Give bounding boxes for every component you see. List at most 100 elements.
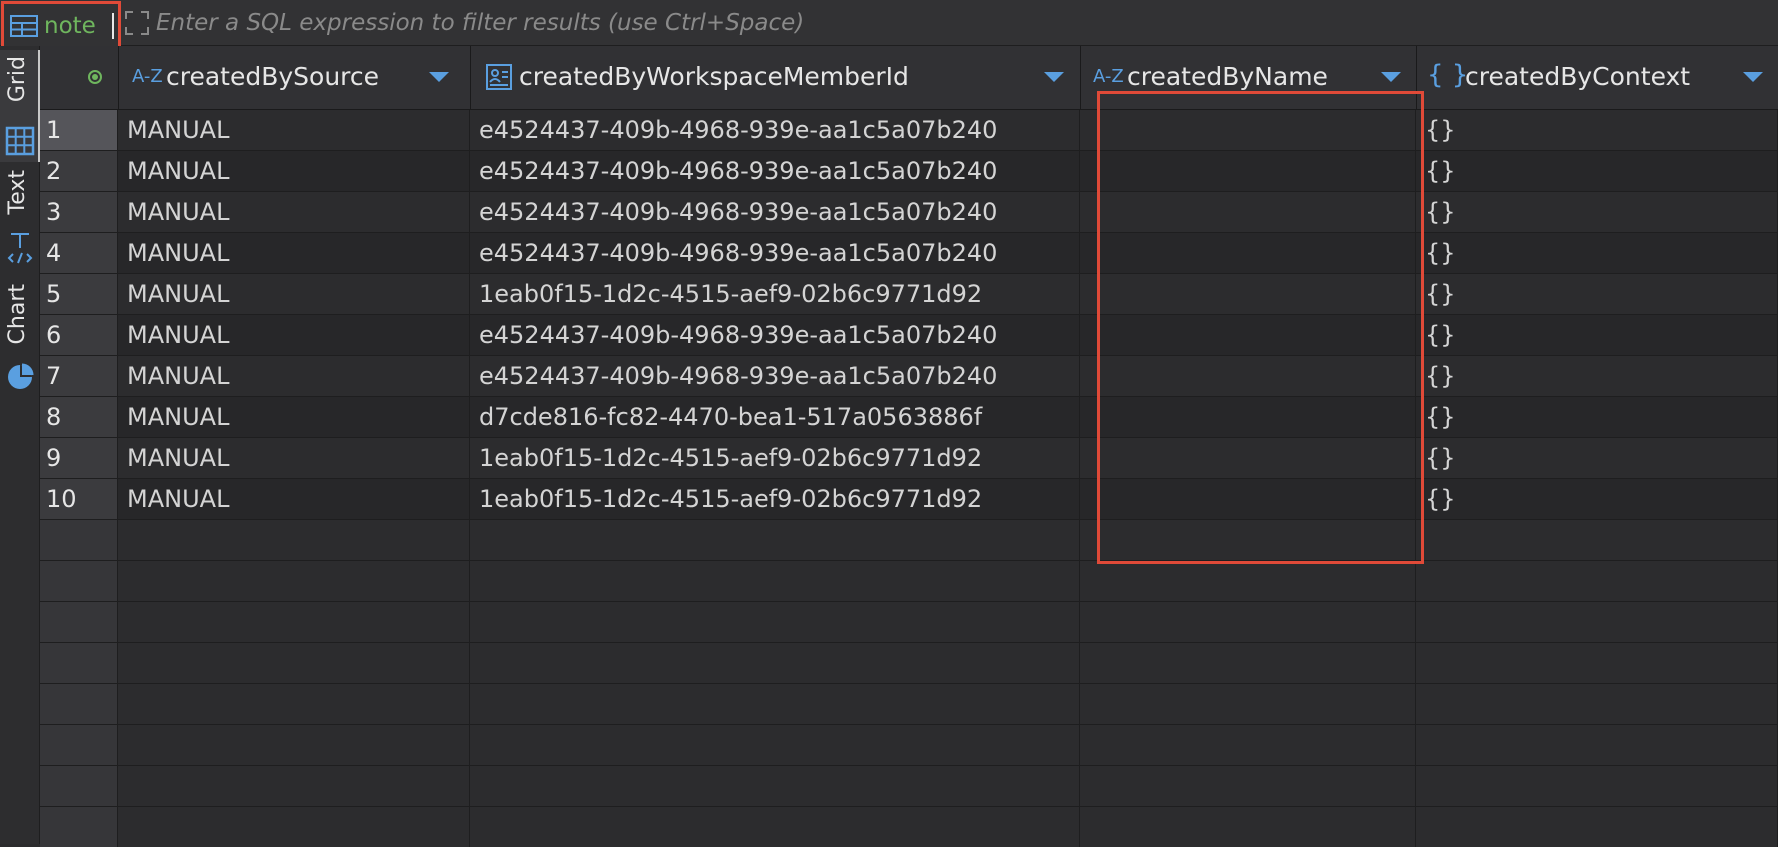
cell-createdByWorkspaceMemberId[interactable]: e4524437-409b-4968-939e-aa1c5a07b240 [470,110,1080,150]
cell-createdBySource[interactable]: MANUAL [118,438,470,478]
empty-cell [1080,561,1416,601]
empty-cell [1080,766,1416,806]
cell-createdBySource[interactable]: MANUAL [118,356,470,396]
cell-createdByName[interactable] [1080,397,1416,437]
cell-createdBySource[interactable]: MANUAL [118,479,470,519]
cell-createdByContext[interactable]: {} [1416,438,1778,478]
cell-createdByWorkspaceMemberId[interactable]: e4524437-409b-4968-939e-aa1c5a07b240 [470,192,1080,232]
table-row[interactable]: 4 MANUAL e4524437-409b-4968-939e-aa1c5a0… [40,233,1778,274]
empty-cell [470,684,1080,724]
row-number[interactable]: 8 [40,397,118,437]
cell-createdByWorkspaceMemberId[interactable]: e4524437-409b-4968-939e-aa1c5a07b240 [470,356,1080,396]
cell-createdBySource[interactable]: MANUAL [118,110,470,150]
cell-createdByContext[interactable]: {} [1416,397,1778,437]
column-menu-arrow-icon[interactable] [1044,72,1064,82]
row-number[interactable]: 1 [40,110,118,150]
column-header-createdByWorkspaceMemberId[interactable]: createdByWorkspaceMemberId [471,46,1081,110]
cell-createdByWorkspaceMemberId[interactable]: d7cde816-fc82-4470-bea1-517a0563886f [470,397,1080,437]
table-row[interactable]: 10 MANUAL 1eab0f15-1d2c-4515-aef9-02b6c9… [40,479,1778,520]
empty-row [40,725,1778,766]
table-row[interactable]: 1 MANUAL e4524437-409b-4968-939e-aa1c5a0… [40,110,1778,151]
text-cursor [112,13,114,39]
column-menu-arrow-icon[interactable] [429,72,449,82]
row-number[interactable]: 3 [40,192,118,232]
cell-createdByContext[interactable]: {} [1416,151,1778,191]
column-menu-arrow-icon[interactable] [1381,72,1401,82]
cell-createdBySource[interactable]: MANUAL [118,397,470,437]
table-row[interactable]: 2 MANUAL e4524437-409b-4968-939e-aa1c5a0… [40,151,1778,192]
empty-cell [1080,520,1416,560]
empty-cell [470,725,1080,765]
row-number-header[interactable] [40,46,119,110]
cell-createdByContext[interactable]: {} [1416,110,1778,150]
column-header-createdBySource[interactable]: A-Z createdBySource [119,46,471,110]
empty-row [40,766,1778,807]
row-number[interactable]: 10 [40,479,118,519]
table-row[interactable]: 7 MANUAL e4524437-409b-4968-939e-aa1c5a0… [40,356,1778,397]
cell-createdByContext[interactable]: {} [1416,356,1778,396]
json-type-icon: { } [1427,60,1469,90]
row-number[interactable]: 2 [40,151,118,191]
empty-cell [470,520,1080,560]
string-type-icon: A-Z [1093,66,1124,87]
cell-createdByName[interactable] [1080,479,1416,519]
cell-createdByName[interactable] [1080,192,1416,232]
row-number [40,684,118,724]
cell-createdByWorkspaceMemberId[interactable]: e4524437-409b-4968-939e-aa1c5a07b240 [470,315,1080,355]
cell-createdByWorkspaceMemberId[interactable]: e4524437-409b-4968-939e-aa1c5a07b240 [470,151,1080,191]
cell-createdByName[interactable] [1080,151,1416,191]
empty-row [40,561,1778,602]
column-title: createdByWorkspaceMemberId [519,62,909,91]
cell-createdBySource[interactable]: MANUAL [118,151,470,191]
empty-cell [470,643,1080,683]
cell-createdByWorkspaceMemberId[interactable]: e4524437-409b-4968-939e-aa1c5a07b240 [470,233,1080,273]
tab-grid[interactable]: Grid [0,50,40,162]
sql-filter-input[interactable] [156,6,1756,40]
cell-createdBySource[interactable]: MANUAL [118,274,470,314]
row-number[interactable]: 5 [40,274,118,314]
empty-cell [1416,766,1778,806]
cell-createdByName[interactable] [1080,356,1416,396]
empty-cell [1416,520,1778,560]
empty-cell [1416,561,1778,601]
cell-createdByContext[interactable]: {} [1416,192,1778,232]
column-header-createdByName[interactable]: A-Z createdByName [1081,46,1417,110]
cell-createdByName[interactable] [1080,110,1416,150]
cell-createdByContext[interactable]: {} [1416,479,1778,519]
row-number[interactable]: 7 [40,356,118,396]
expand-icon[interactable] [124,10,150,36]
empty-cell [1416,725,1778,765]
cell-createdByWorkspaceMemberId[interactable]: 1eab0f15-1d2c-4515-aef9-02b6c9771d92 [470,479,1080,519]
table-row[interactable]: 8 MANUAL d7cde816-fc82-4470-bea1-517a056… [40,397,1778,438]
cell-createdByName[interactable] [1080,233,1416,273]
cell-createdBySource[interactable]: MANUAL [118,315,470,355]
cell-createdByContext[interactable]: {} [1416,233,1778,273]
cell-createdByName[interactable] [1080,315,1416,355]
cell-createdByContext[interactable]: {} [1416,274,1778,314]
results-grid: A-Z createdBySource createdByWorkspaceMe… [40,46,1778,847]
tab-text[interactable]: Text [0,164,40,274]
table-row[interactable]: 5 MANUAL 1eab0f15-1d2c-4515-aef9-02b6c97… [40,274,1778,315]
cell-createdByName[interactable] [1080,274,1416,314]
row-number[interactable]: 4 [40,233,118,273]
cell-createdBySource[interactable]: MANUAL [118,192,470,232]
row-number[interactable]: 9 [40,438,118,478]
empty-cell [1416,602,1778,642]
tab-chart-label: Chart [5,284,30,345]
cell-createdByName[interactable] [1080,438,1416,478]
table-row[interactable]: 3 MANUAL e4524437-409b-4968-939e-aa1c5a0… [40,192,1778,233]
entity-selector[interactable]: note [1,1,121,49]
empty-row [40,602,1778,643]
empty-cell [118,725,470,765]
tab-chart[interactable]: Chart [0,278,40,408]
empty-cell [1080,807,1416,847]
cell-createdBySource[interactable]: MANUAL [118,233,470,273]
cell-createdByWorkspaceMemberId[interactable]: 1eab0f15-1d2c-4515-aef9-02b6c9771d92 [470,438,1080,478]
column-menu-arrow-icon[interactable] [1743,72,1763,82]
cell-createdByContext[interactable]: {} [1416,315,1778,355]
column-header-createdByContext[interactable]: { } createdByContext [1417,46,1778,110]
table-row[interactable]: 9 MANUAL 1eab0f15-1d2c-4515-aef9-02b6c97… [40,438,1778,479]
cell-createdByWorkspaceMemberId[interactable]: 1eab0f15-1d2c-4515-aef9-02b6c9771d92 [470,274,1080,314]
table-row[interactable]: 6 MANUAL e4524437-409b-4968-939e-aa1c5a0… [40,315,1778,356]
row-number[interactable]: 6 [40,315,118,355]
